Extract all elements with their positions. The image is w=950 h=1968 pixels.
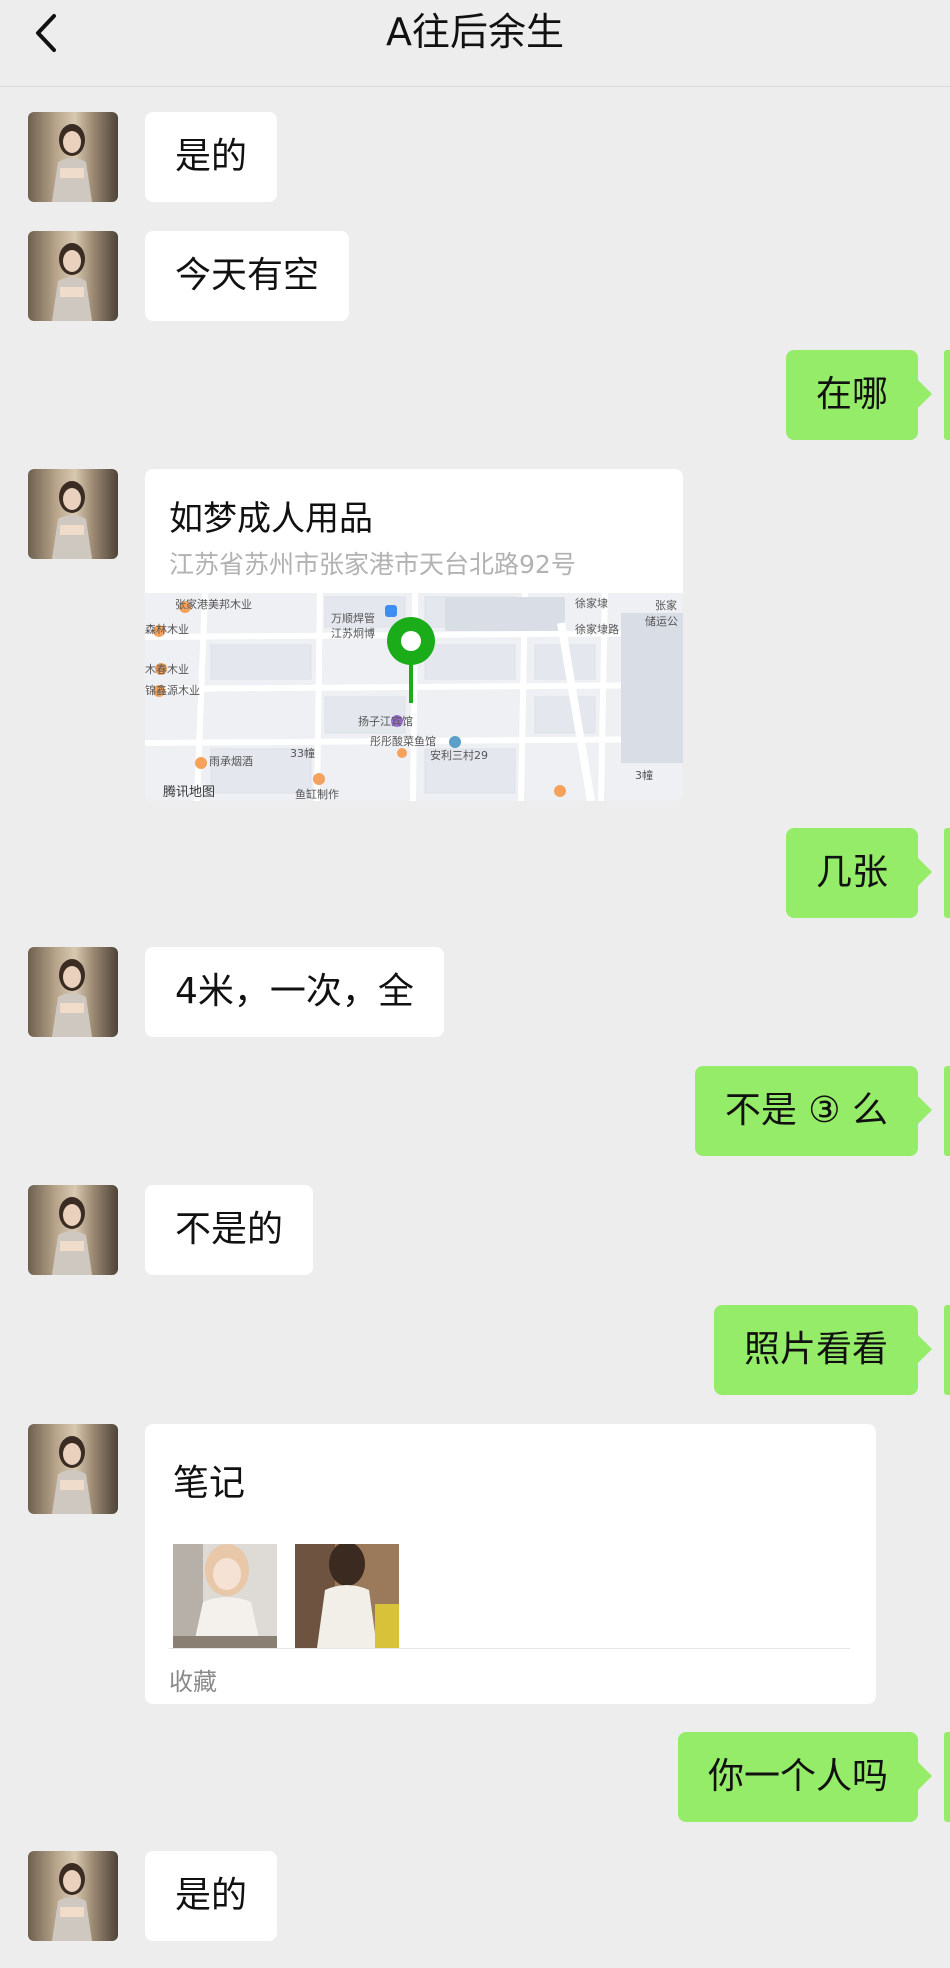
map-label: 安利三村29 (430, 748, 488, 762)
map-label: 张家 (655, 598, 677, 612)
chat-title: A往后余生 (386, 10, 564, 54)
note-divider (169, 1648, 850, 1649)
map-label: 雨承烟酒 (209, 754, 253, 768)
bubble-tail (918, 1096, 932, 1124)
map-label: 3幢 (635, 768, 653, 782)
map-label: 33幢 (290, 746, 315, 760)
map-label: 森林木业 (145, 622, 189, 636)
note-card[interactable]: 笔记 收藏 (145, 1424, 876, 1704)
message-bubble-incoming[interactable]: 是的 (145, 1851, 278, 1941)
message-bubble-outgoing[interactable]: 你一个人吗 (677, 1732, 932, 1822)
map-label: 腾讯地图 (163, 784, 215, 800)
self-avatar-edge (944, 828, 950, 918)
self-avatar-edge (944, 1732, 950, 1822)
bubble-tail (918, 380, 932, 408)
map-label: 彤彤酸菜鱼馆 (370, 734, 436, 748)
contact-avatar[interactable] (28, 469, 118, 559)
location-card[interactable]: 如梦成人用品 江苏省苏州市张家港市天台北路92号 张家港美邦木业 森林木业 木春… (145, 469, 683, 801)
bubble-tail (918, 1762, 932, 1790)
location-map[interactable]: 张家港美邦木业 森林木业 木春木业 锦鑫源木业 雨承烟酒 腾讯地图 万顺焊管 江… (145, 592, 683, 801)
message-text: 几张 (815, 852, 888, 893)
message-bubble-incoming[interactable]: 今天有空 (145, 231, 350, 321)
location-name: 如梦成人用品 (169, 499, 373, 539)
message-bubble-outgoing[interactable]: 不是 ③ 么 (694, 1066, 932, 1156)
map-label: 储运公 (645, 614, 678, 628)
location-address: 江苏省苏州市张家港市天台北路92号 (169, 550, 576, 579)
note-thumbnail[interactable] (295, 1544, 399, 1648)
message-text: 照片看看 (743, 1329, 888, 1370)
self-avatar-edge (944, 1305, 950, 1395)
contact-avatar[interactable] (28, 1424, 118, 1514)
map-label: 扬子江宾馆 (358, 714, 413, 728)
contact-avatar[interactable] (28, 1851, 118, 1941)
note-title: 笔记 (173, 1463, 246, 1504)
contact-avatar[interactable] (28, 947, 118, 1037)
bubble-tail (918, 1335, 932, 1363)
message-bubble-outgoing[interactable]: 几张 (785, 828, 932, 918)
message-bubble-incoming[interactable]: 是的 (145, 112, 278, 202)
note-source: 收藏 (169, 1668, 217, 1696)
chat-header: A往后余生 (0, 0, 950, 87)
bubble-tail (918, 858, 932, 886)
self-avatar-edge (944, 350, 950, 440)
message-text: 你一个人吗 (707, 1756, 888, 1797)
message-text: 不是 ③ 么 (724, 1090, 888, 1131)
note-thumbnail[interactable] (173, 1544, 277, 1648)
map-label: 万顺焊管 (331, 611, 375, 625)
map-label: 锦鑫源木业 (145, 683, 200, 697)
message-bubble-incoming[interactable]: 不是的 (145, 1185, 314, 1275)
map-label: 徐家埭 (575, 596, 608, 610)
contact-avatar[interactable] (28, 1185, 118, 1275)
self-avatar-edge (944, 1066, 950, 1156)
message-bubble-outgoing[interactable]: 在哪 (785, 350, 932, 440)
map-label: 张家港美邦木业 (175, 597, 252, 611)
contact-avatar[interactable] (28, 231, 118, 321)
message-bubble-incoming[interactable]: 4米，一次，全 (145, 947, 444, 1037)
contact-avatar[interactable] (28, 112, 118, 202)
map-label: 徐家埭路 (575, 622, 619, 636)
message-bubble-outgoing[interactable]: 照片看看 (713, 1305, 932, 1395)
map-graphic: 张家港美邦木业 森林木业 木春木业 锦鑫源木业 雨承烟酒 腾讯地图 万顺焊管 江… (145, 592, 683, 801)
message-text: 在哪 (815, 374, 888, 415)
map-label: 江苏炯博 (331, 626, 375, 640)
map-label: 木春木业 (145, 663, 189, 676)
map-label: 鱼缸制作 (295, 787, 339, 801)
